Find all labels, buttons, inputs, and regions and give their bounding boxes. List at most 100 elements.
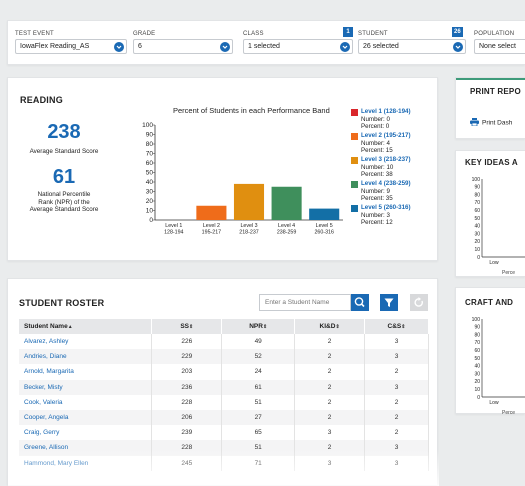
craft-chart: 1009080706050403020100LowPerce xyxy=(472,317,525,416)
legend-item[interactable]: Level 5 (260-316) Number: 3 Percent: 12 xyxy=(361,204,411,227)
test-event-select[interactable]: IowaFlex Reading_AS xyxy=(15,39,127,54)
bar[interactable] xyxy=(233,183,265,220)
legend-item[interactable]: Level 2 (195-217) Number: 4 Percent: 15 xyxy=(361,132,411,155)
student-search-input[interactable] xyxy=(259,294,351,311)
student-select[interactable]: 26 selected xyxy=(358,39,466,54)
reset-button[interactable] xyxy=(410,294,428,311)
x-tick-label: Level 1 xyxy=(165,223,182,229)
table-cell: 3 xyxy=(364,349,429,365)
y-tick-label: 20 xyxy=(146,198,154,205)
col-npr[interactable]: NPR⇕ xyxy=(221,319,296,334)
table-cell: 3 xyxy=(294,425,366,441)
legend-name: Level 2 (195-217) xyxy=(361,132,411,139)
legend-number: Number: 9 xyxy=(361,187,390,195)
legend-percent: Percent: 0 xyxy=(361,123,390,131)
npr-label-line1: National Percentile xyxy=(37,191,91,198)
table-cell: 2 xyxy=(364,409,429,426)
y-tick-label: 60 xyxy=(474,208,480,214)
select-value: IowaFlex Reading_AS xyxy=(20,43,90,50)
class-select[interactable]: 1 selected xyxy=(243,39,353,54)
legend-number: Number: 4 xyxy=(361,139,390,147)
y-tick-label: 80 xyxy=(146,141,154,148)
student-name-link[interactable]: Andries, Diane xyxy=(19,349,153,365)
grade-select[interactable]: 6 xyxy=(133,39,233,54)
x-axis-label: Perce xyxy=(502,270,515,276)
table-row[interactable]: Arnold, Margarita 203 24 2 2 xyxy=(19,364,429,380)
select-value: 26 selected xyxy=(363,43,399,50)
y-tick-label: 10 xyxy=(474,247,480,253)
bar[interactable] xyxy=(309,208,340,220)
y-tick-label: 30 xyxy=(474,231,480,237)
x-tick-label: Low xyxy=(489,400,499,406)
table-row[interactable]: Cook, Valeria 228 51 2 2 xyxy=(19,394,429,410)
chevron-down-icon xyxy=(340,41,350,52)
filter-label: POPULATION xyxy=(474,31,515,37)
table-cell: 49 xyxy=(221,334,296,350)
legend-name: Level 4 (238-259) xyxy=(361,180,411,187)
refresh-icon xyxy=(414,297,424,307)
legend-percent: Percent: 35 xyxy=(361,195,393,203)
select-value: 6 xyxy=(138,43,142,50)
table-cell: 27 xyxy=(221,409,296,426)
table-cell: 206 xyxy=(151,409,223,426)
chevron-down-icon xyxy=(114,41,124,52)
student-name-link[interactable]: Becker, Misty xyxy=(19,379,153,395)
table-row[interactable]: Andries, Diane 229 52 2 3 xyxy=(19,349,429,365)
print-dashboard-link[interactable]: Print Dash xyxy=(470,118,512,128)
legend-item[interactable]: Level 4 (238-259) Number: 9 Percent: 35 xyxy=(361,180,411,203)
x-tick-label: Level 4 xyxy=(278,223,295,229)
col-kid[interactable]: KI&D⇕ xyxy=(294,319,366,334)
y-tick-label: 50 xyxy=(474,216,480,222)
table-row[interactable]: Craig, Gerry 239 65 3 2 xyxy=(19,425,429,441)
y-tick-label: 0 xyxy=(149,217,153,224)
y-tick-label: 100 xyxy=(472,177,481,183)
student-name-link[interactable]: Craig, Gerry xyxy=(19,425,153,441)
y-tick-label: 30 xyxy=(146,189,154,196)
filter-label: CLASS xyxy=(243,31,264,37)
student-name-link[interactable]: Arnold, Margarita xyxy=(19,364,153,380)
student-name-link[interactable]: Alvarez, Ashley xyxy=(19,334,153,350)
student-count-badge: 26 xyxy=(452,27,463,37)
table-cell: 51 xyxy=(221,394,296,410)
bar[interactable] xyxy=(196,205,227,220)
y-tick-label: 50 xyxy=(146,170,154,177)
print-reports-card: PRINT REPO Print Dash xyxy=(455,77,525,139)
class-count-badge: 1 xyxy=(343,27,353,37)
table-row[interactable]: Cooper, Angela 206 27 2 2 xyxy=(19,409,429,426)
table-cell: 24 xyxy=(221,364,296,380)
search-button[interactable] xyxy=(351,294,369,311)
y-tick-label: 30 xyxy=(474,371,480,377)
filter-button[interactable] xyxy=(380,294,398,311)
student-name-link[interactable]: Cooper, Angela xyxy=(19,409,153,426)
legend-item[interactable]: Level 1 (128-194) Number: 0 Percent: 0 xyxy=(361,108,411,131)
table-cell: 65 xyxy=(221,425,296,441)
col-label: SS xyxy=(180,323,190,330)
table-cell: 52 xyxy=(221,349,296,365)
craft-title: CRAFT AND xyxy=(465,298,514,307)
legend-percent: Percent: 38 xyxy=(361,171,393,179)
sort-asc-icon: ▲ xyxy=(67,324,73,330)
bar[interactable] xyxy=(271,186,302,220)
y-tick-label: 10 xyxy=(146,208,154,215)
y-tick-label: 100 xyxy=(472,317,481,323)
y-tick-label: 70 xyxy=(146,151,154,158)
table-row[interactable]: Becker, Misty 236 61 2 3 xyxy=(19,379,429,395)
legend-swatch xyxy=(351,157,358,164)
npr-label-line2: Rank (NPR) of the xyxy=(38,198,90,206)
student-name-link[interactable]: Cook, Valeria xyxy=(19,394,153,410)
x-tick-range: 195-217 xyxy=(202,230,221,236)
table-cell: 2 xyxy=(364,364,429,380)
legend-item[interactable]: Level 3 (218-237) Number: 10 Percent: 38 xyxy=(361,156,411,179)
y-tick-label: 80 xyxy=(474,192,480,198)
y-tick-label: 60 xyxy=(146,160,154,167)
y-tick-label: 20 xyxy=(474,239,480,245)
col-cs[interactable]: C&S⇕ xyxy=(364,319,429,334)
col-student-name[interactable]: Student Name▲ xyxy=(19,319,153,334)
table-cell: 2 xyxy=(294,409,366,426)
col-ss[interactable]: SS⇕ xyxy=(151,319,223,334)
population-select[interactable]: None select xyxy=(474,39,525,54)
avg-ss-label: Average Standard Score xyxy=(29,148,99,155)
table-cell: 3 xyxy=(364,379,429,395)
y-tick-label: 40 xyxy=(474,224,480,230)
table-row[interactable]: Alvarez, Ashley 226 49 2 3 xyxy=(19,334,429,350)
